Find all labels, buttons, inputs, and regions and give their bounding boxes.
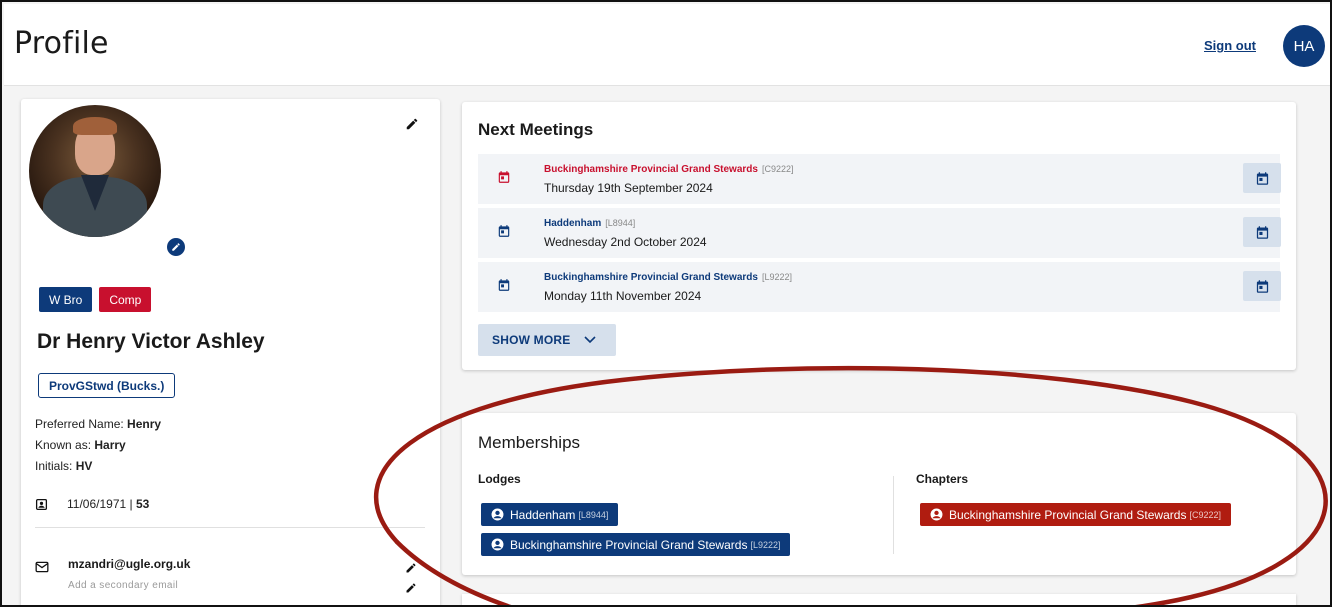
app-frame: Profile Sign out HA W Bro Comp Dr Henry … — [0, 0, 1332, 607]
meeting-row[interactable]: Buckinghamshire Provincial Grand Steward… — [478, 262, 1281, 312]
known-as-label: Known as: — [35, 438, 95, 452]
user-circle-icon — [491, 508, 504, 521]
calendar-icon — [497, 278, 511, 297]
show-more-label: SHOW MORE — [492, 333, 571, 347]
meeting-name[interactable]: Buckinghamshire Provincial Grand Steward… — [544, 164, 758, 175]
meeting-date: Monday 11th November 2024 — [544, 289, 702, 303]
primary-email: mzandri@ugle.org.uk — [68, 557, 191, 571]
add-to-calendar-button[interactable] — [1243, 271, 1281, 301]
lodge-name: Haddenham — [510, 507, 576, 522]
meeting-date: Thursday 19th September 2024 — [544, 181, 713, 195]
secondary-email-placeholder[interactable]: Add a secondary email — [68, 580, 178, 591]
calendar-icon — [497, 170, 511, 189]
next-meetings-card: Next Meetings Buckinghamshire Provincial… — [462, 102, 1296, 370]
edit-profile-icon[interactable] — [405, 117, 419, 136]
user-circle-icon — [930, 508, 943, 521]
profile-photo — [29, 105, 161, 237]
user-avatar[interactable]: HA — [1283, 25, 1325, 67]
add-to-calendar-button[interactable] — [1243, 217, 1281, 247]
add-to-calendar-button[interactable] — [1243, 163, 1281, 193]
dob-row: 11/06/1971 | 53 — [35, 497, 149, 511]
known-as-row: Known as: Harry — [35, 438, 126, 452]
meeting-code: [L8944] — [605, 218, 636, 228]
lodge-chip[interactable]: Buckinghamshire Provincial Grand Steward… — [481, 533, 791, 556]
edit-email-icon[interactable] — [405, 561, 417, 579]
edit-secondary-email-icon[interactable] — [405, 581, 417, 599]
meeting-name[interactable]: Haddenham — [544, 218, 601, 229]
meeting-code: [C9222] — [761, 164, 794, 174]
memberships-title: Memberships — [478, 433, 581, 452]
rank-badges: W Bro Comp — [39, 287, 152, 312]
next-meetings-title: Next Meetings — [478, 120, 594, 139]
rank-tag: ProvGStwd (Bucks.) — [38, 373, 176, 398]
badge-wbro: W Bro — [39, 287, 93, 312]
calendar-icon — [497, 224, 511, 243]
divider — [35, 527, 425, 528]
preferred-name-value: Henry — [127, 417, 162, 431]
calendar-icon — [1255, 279, 1270, 294]
birthday-icon — [35, 498, 48, 511]
calendar-icon — [1255, 171, 1270, 186]
preferred-name-label: Preferred Name: — [35, 417, 128, 431]
email-icon — [35, 561, 49, 573]
meeting-date: Wednesday 2nd October 2024 — [544, 235, 707, 249]
chevron-down-icon — [584, 336, 597, 344]
preferred-name-row: Preferred Name: Henry — [35, 417, 161, 431]
meeting-row[interactable]: Haddenham [L8944] Wednesday 2nd October 2… — [478, 208, 1281, 258]
meeting-code: [L9222] — [761, 272, 792, 282]
user-circle-icon — [491, 538, 504, 551]
chapter-chip[interactable]: Buckinghamshire Provincial Grand Steward… — [920, 503, 1231, 526]
column-divider — [893, 476, 894, 554]
age-value: 53 — [135, 497, 150, 511]
email-row: mzandri@ugle.org.uk — [35, 557, 190, 573]
memberships-card: Memberships Lodges Chapters Haddenham [L… — [462, 413, 1296, 575]
lodge-code: [L9222] — [750, 539, 781, 550]
photo-edit-icon[interactable] — [165, 236, 187, 258]
lodge-code: [L8944] — [578, 509, 609, 520]
sign-out-link[interactable]: Sign out — [1204, 38, 1256, 53]
show-more-button[interactable]: SHOW MORE — [478, 324, 616, 356]
dob-value: 11/06/1971 | — [67, 497, 136, 511]
initials-row: Initials: HV — [35, 459, 92, 473]
lodges-heading: Lodges — [478, 472, 521, 486]
page-title: Profile — [14, 26, 109, 61]
meeting-name[interactable]: Buckinghamshire Provincial Grand Steward… — [544, 272, 758, 283]
lodge-name: Buckinghamshire Provincial Grand Steward… — [510, 537, 748, 552]
profile-card: W Bro Comp Dr Henry Victor Ashley ProvGS… — [21, 99, 440, 605]
chapter-code: [C9222] — [1189, 509, 1221, 520]
meeting-row[interactable]: Buckinghamshire Provincial Grand Steward… — [478, 154, 1281, 204]
known-as-value: Harry — [94, 438, 126, 452]
next-card-partial — [462, 594, 1296, 605]
person-name: Dr Henry Victor Ashley — [37, 330, 265, 353]
calendar-icon — [1255, 225, 1270, 240]
chapter-name: Buckinghamshire Provincial Grand Steward… — [949, 507, 1187, 522]
lodge-chip[interactable]: Haddenham [L8944] — [481, 503, 619, 526]
top-bar: Profile Sign out HA — [4, 4, 1330, 86]
initials-label: Initials: — [35, 459, 76, 473]
chapters-heading: Chapters — [916, 472, 969, 486]
badge-comp: Comp — [99, 287, 152, 312]
initials-value: HV — [75, 459, 93, 473]
